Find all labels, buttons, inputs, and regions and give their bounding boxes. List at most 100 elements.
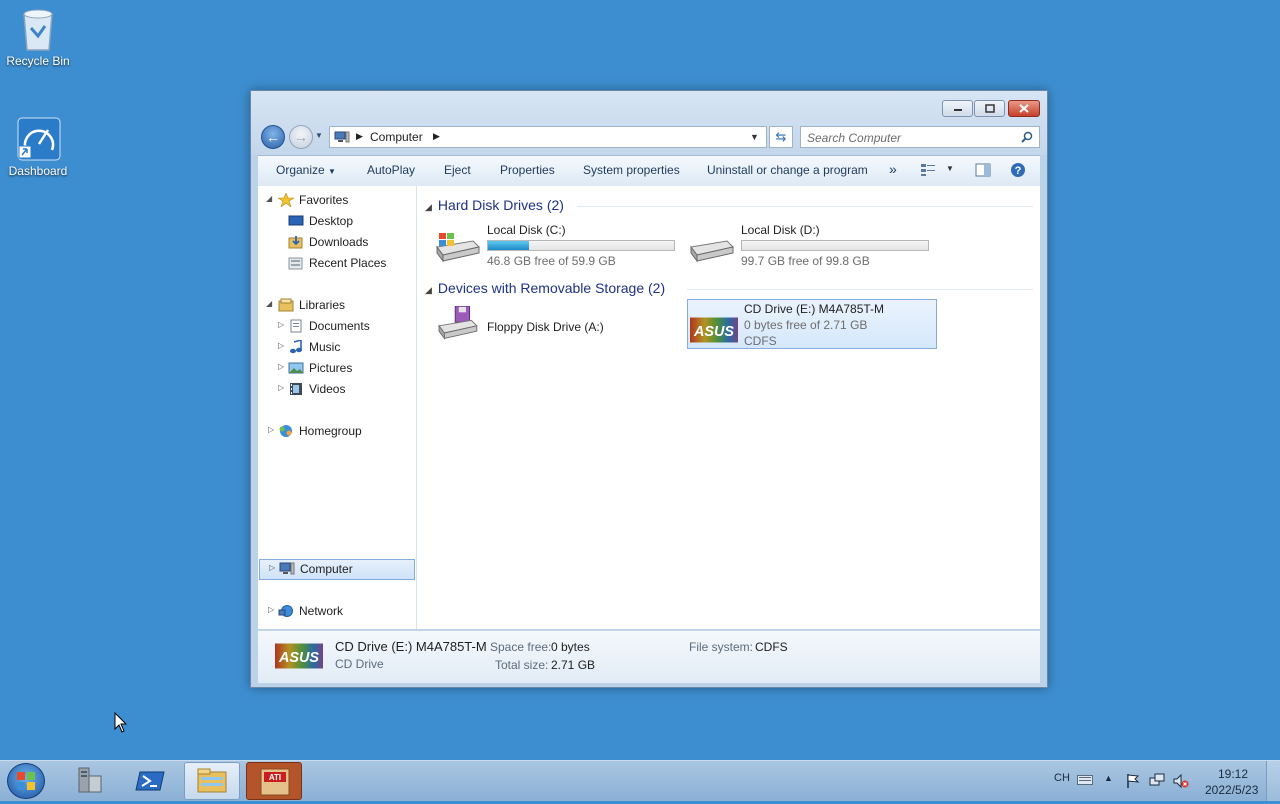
videos-filmstrip-icon — [288, 382, 304, 396]
address-bar[interactable]: ▶ Computer ▶ ▼ — [329, 126, 767, 148]
command-bar: Organize ▼ AutoPlay Eject Properties Sys… — [258, 155, 1040, 187]
help-icon: ? — [1010, 162, 1026, 178]
expand-arrow-icon[interactable]: ▷ — [268, 425, 274, 434]
nav-homegroup[interactable]: ▷ Homegroup — [258, 421, 416, 442]
taskbar-ati-catalyst[interactable]: ATI — [246, 762, 302, 800]
properties-button[interactable]: Properties — [500, 163, 555, 177]
content-pane: ◢Hard Disk Drives (2) Local Disk (C:) 46… — [417, 186, 1040, 629]
nav-favorites[interactable]: ◢ Favorites — [258, 190, 416, 211]
nav-libraries[interactable]: ◢ Libraries — [258, 295, 416, 316]
keyboard-icon[interactable] — [1077, 775, 1093, 785]
asus-logo-icon: ASUS — [275, 643, 323, 669]
eject-button[interactable]: Eject — [444, 163, 471, 177]
desktop-icon-dashboard[interactable]: Dashboard — [0, 116, 76, 178]
mouse-cursor-icon — [114, 712, 128, 734]
system-properties-button[interactable]: System properties — [583, 163, 680, 177]
network-status-icon[interactable] — [1149, 773, 1165, 789]
nav-videos[interactable]: ▷ Videos — [258, 379, 416, 400]
close-button[interactable] — [1008, 100, 1040, 117]
taskbar-windows-explorer[interactable] — [184, 762, 240, 800]
arrow-left-icon: ← — [266, 129, 280, 145]
drive-free-space: 46.8 GB free of 59.9 GB — [487, 254, 616, 268]
help-button[interactable]: ? — [1010, 162, 1026, 181]
preview-pane-button[interactable] — [975, 163, 991, 180]
search-input[interactable] — [805, 130, 1019, 146]
expand-arrow-icon[interactable]: ▷ — [269, 563, 275, 572]
search-icon[interactable] — [1021, 131, 1033, 143]
more-commands-button[interactable]: » — [889, 161, 897, 177]
computer-icon — [334, 131, 350, 143]
breadcrumb-separator-icon[interactable]: ▶ — [433, 131, 440, 142]
address-dropdown-icon[interactable]: ▼ — [750, 132, 759, 142]
maximize-button[interactable] — [974, 100, 1005, 117]
expand-arrow-icon[interactable]: ▷ — [278, 341, 284, 350]
documents-icon — [288, 319, 304, 333]
clock-time[interactable]: 19:12 — [1218, 767, 1248, 781]
expand-arrow-icon[interactable]: ▷ — [268, 605, 274, 614]
refresh-icon: ⇆ — [776, 129, 787, 145]
drive-local-disk-d[interactable]: Local Disk (D:) 99.7 GB free of 99.8 GB — [685, 221, 935, 271]
minimize-button[interactable] — [942, 100, 973, 117]
arrow-right-icon: → — [294, 129, 308, 145]
action-center-flag-icon[interactable] — [1126, 773, 1140, 789]
volume-muted-icon[interactable] — [1173, 773, 1189, 789]
back-button[interactable]: ← — [261, 125, 285, 149]
svg-text:ATI: ATI — [269, 773, 281, 782]
uninstall-program-button[interactable]: Uninstall or change a program — [707, 163, 868, 177]
drive-floppy-disk-a[interactable]: Floppy Disk Drive (A:) — [431, 302, 681, 352]
details-pane: ASUS CD Drive (E:) M4A785T-M CD Drive Sp… — [258, 630, 1040, 683]
group-hard-disk-drives[interactable]: ◢Hard Disk Drives (2) — [425, 197, 564, 213]
collapse-arrow-icon[interactable]: ◢ — [266, 194, 272, 203]
libraries-icon — [278, 298, 294, 312]
expand-arrow-icon[interactable]: ▷ — [278, 320, 284, 329]
floppy-drive-icon — [433, 306, 481, 342]
clock-date[interactable]: 2022/5/23 — [1205, 783, 1258, 797]
autoplay-button[interactable]: AutoPlay — [367, 163, 415, 177]
taskbar-powershell[interactable] — [123, 762, 179, 800]
details-space-free-value: 0 bytes — [551, 640, 590, 654]
start-button[interactable] — [7, 763, 45, 799]
show-desktop-button[interactable] — [1266, 761, 1280, 801]
drive-name: CD Drive (E:) M4A785T-M — [744, 302, 884, 316]
pictures-icon — [288, 361, 304, 375]
forward-button[interactable]: → — [289, 125, 313, 149]
drive-cd-e[interactable]: ASUS CD Drive (E:) M4A785T-M 0 bytes fre… — [687, 299, 937, 349]
windows-system-drive-icon — [433, 229, 481, 265]
group-removable-storage[interactable]: ◢Devices with Removable Storage (2) — [425, 280, 665, 296]
collapse-group-icon[interactable]: ◢ — [425, 202, 432, 212]
drive-name: Local Disk (D:) — [741, 223, 820, 237]
expand-arrow-icon[interactable]: ▷ — [278, 383, 284, 392]
view-dropdown-icon[interactable]: ▼ — [946, 164, 954, 173]
explorer-window: ← → ▼ ▶ Computer ▶ ▼ ⇆ Organize ▼ AutoPl… — [250, 90, 1048, 688]
breadcrumb-computer[interactable]: Computer — [370, 130, 423, 144]
search-box[interactable] — [800, 126, 1040, 148]
nav-documents[interactable]: ▷ Documents — [258, 316, 416, 337]
breadcrumb-separator-icon[interactable]: ▶ — [356, 131, 363, 142]
collapse-arrow-icon[interactable]: ◢ — [266, 299, 272, 308]
recycle-bin-icon — [16, 6, 60, 50]
language-indicator[interactable]: CH — [1054, 772, 1070, 784]
collapse-group-icon[interactable]: ◢ — [425, 285, 432, 295]
drive-local-disk-c[interactable]: Local Disk (C:) 46.8 GB free of 59.9 GB — [431, 221, 681, 271]
recent-pages-dropdown[interactable]: ▼ — [315, 131, 323, 140]
nav-recent-places[interactable]: Recent Places — [258, 253, 416, 274]
nav-desktop[interactable]: Desktop — [258, 211, 416, 232]
nav-music[interactable]: ▷ Music — [258, 337, 416, 358]
desktop-icon-recycle-bin[interactable]: Recycle Bin — [0, 6, 76, 68]
organize-button[interactable]: Organize ▼ — [276, 163, 336, 177]
taskbar-server-manager[interactable] — [62, 762, 118, 800]
drive-free-space: 0 bytes free of 2.71 GB — [744, 318, 867, 332]
change-view-button[interactable] — [920, 163, 936, 180]
nav-downloads[interactable]: Downloads — [258, 232, 416, 253]
show-hidden-icons-button[interactable]: ▲ — [1104, 773, 1113, 783]
drive-name: Floppy Disk Drive (A:) — [487, 320, 604, 334]
nav-network[interactable]: ▷ Network — [258, 601, 416, 622]
expand-arrow-icon[interactable]: ▷ — [278, 362, 284, 371]
nav-pictures[interactable]: ▷ Pictures — [258, 358, 416, 379]
desktop-icon-label: Recycle Bin — [0, 54, 76, 68]
system-tray: CH ▲ 19:12 2022/5/23 — [1040, 761, 1280, 801]
nav-computer[interactable]: ▷ Computer — [259, 559, 415, 580]
server-manager-icon — [62, 762, 118, 800]
chevron-down-icon: ▼ — [328, 167, 336, 176]
refresh-button[interactable]: ⇆ — [769, 126, 793, 148]
